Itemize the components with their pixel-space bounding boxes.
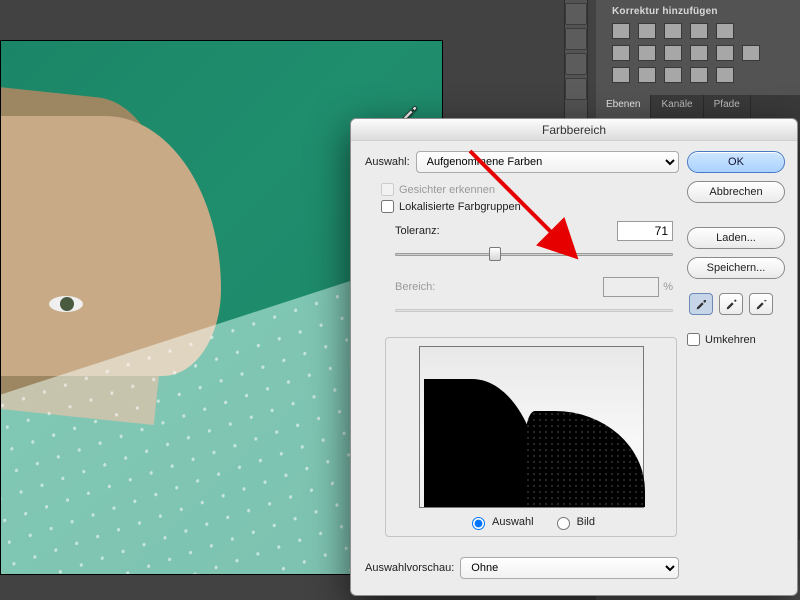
- tab-ebenen[interactable]: Ebenen: [596, 95, 651, 118]
- collapsed-toolbar[interactable]: [564, 0, 588, 118]
- radio-image-input[interactable]: [557, 517, 570, 530]
- adjustments-panel-title: Korrektur hinzufügen: [612, 6, 792, 17]
- detect-faces-checkbox: Gesichter erkennen: [381, 183, 679, 196]
- save-button[interactable]: Speichern...: [687, 257, 785, 279]
- preview-thumbnail[interactable]: [419, 346, 644, 508]
- tab-kanaele[interactable]: Kanäle: [651, 95, 703, 118]
- eyedropper-minus-icon[interactable]: [749, 293, 773, 315]
- adjustment-icon[interactable]: [612, 67, 630, 83]
- adjustment-icon[interactable]: [742, 45, 760, 61]
- radio-image[interactable]: Bild: [552, 514, 595, 530]
- radio-selection[interactable]: Auswahl: [467, 514, 534, 530]
- dialog-title: Farbbereich: [351, 119, 797, 141]
- adjustment-icon[interactable]: [716, 67, 734, 83]
- select-dropdown[interactable]: Aufgenommene Farben: [416, 151, 679, 173]
- tool-icon[interactable]: [565, 3, 587, 25]
- invert-checkbox[interactable]: Umkehren: [687, 333, 785, 346]
- adjustment-icon[interactable]: [690, 45, 708, 61]
- load-button[interactable]: Laden...: [687, 227, 785, 249]
- radio-selection-label: Auswahl: [492, 516, 534, 528]
- range-input: [603, 277, 659, 297]
- adjustment-icon[interactable]: [638, 45, 656, 61]
- detect-faces-label: Gesichter erkennen: [399, 184, 495, 196]
- fuzziness-label: Toleranz:: [395, 225, 440, 237]
- range-slider: [395, 301, 673, 319]
- preview-mask-shape: [424, 379, 542, 507]
- adjustment-icon[interactable]: [612, 23, 630, 39]
- invert-input[interactable]: [687, 333, 700, 346]
- adjustment-icon[interactable]: [612, 45, 630, 61]
- layers-panel-tabs: Ebenen Kanäle Pfade: [596, 95, 800, 118]
- fuzziness-input[interactable]: [617, 221, 673, 241]
- localized-colors-label: Lokalisierte Farbgruppen: [399, 201, 521, 213]
- adjustment-icon[interactable]: [716, 45, 734, 61]
- adjustment-icon[interactable]: [690, 67, 708, 83]
- localized-colors-checkbox[interactable]: Lokalisierte Farbgruppen: [381, 200, 679, 213]
- range-unit: %: [663, 281, 673, 293]
- adjustment-icon[interactable]: [638, 23, 656, 39]
- tab-pfade[interactable]: Pfade: [704, 95, 751, 118]
- adjustment-icon[interactable]: [690, 23, 708, 39]
- ok-button[interactable]: OK: [687, 151, 785, 173]
- adjustment-icon[interactable]: [664, 23, 682, 39]
- localized-colors-input[interactable]: [381, 200, 394, 213]
- fuzziness-slider[interactable]: [395, 245, 673, 263]
- range-label: Bereich:: [395, 281, 435, 293]
- subject-eye: [49, 296, 83, 312]
- tool-icon[interactable]: [565, 28, 587, 50]
- adjustment-icon[interactable]: [638, 67, 656, 83]
- eyedropper-icon[interactable]: [689, 293, 713, 315]
- color-range-dialog: Farbbereich Auswahl: Aufgenommene Farben…: [350, 118, 798, 596]
- adjustments-panel: Korrektur hinzufügen: [596, 0, 800, 95]
- eyedropper-plus-icon[interactable]: [719, 293, 743, 315]
- tool-icon[interactable]: [565, 78, 587, 100]
- adjustment-icon[interactable]: [664, 67, 682, 83]
- radio-image-label: Bild: [577, 516, 595, 528]
- select-label: Auswahl:: [365, 156, 410, 168]
- invert-label: Umkehren: [705, 334, 756, 346]
- selection-preview-label: Auswahlvorschau:: [365, 562, 454, 574]
- preview-fieldset: Auswahl Bild: [385, 337, 677, 537]
- radio-selection-input[interactable]: [472, 517, 485, 530]
- detect-faces-input: [381, 183, 394, 196]
- selection-preview-dropdown[interactable]: Ohne: [460, 557, 679, 579]
- tool-icon[interactable]: [565, 53, 587, 75]
- cancel-button[interactable]: Abbrechen: [687, 181, 785, 203]
- adjustment-icon[interactable]: [664, 45, 682, 61]
- preview-mask-shape: [525, 411, 645, 507]
- adjustment-icon[interactable]: [716, 23, 734, 39]
